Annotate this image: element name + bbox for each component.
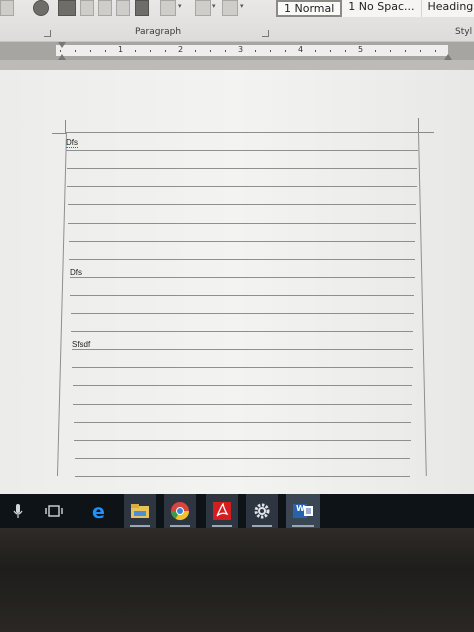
chevron-down-icon[interactable]: ▾	[212, 2, 216, 10]
ruler-tick-mark	[90, 50, 91, 52]
ruler-tick-mark	[435, 50, 436, 52]
borders-icon[interactable]	[222, 0, 238, 16]
ruler-tick-mark	[150, 50, 151, 52]
style-no-spacing[interactable]: 1 No Spac...	[342, 0, 422, 17]
edge-icon[interactable]: e	[84, 494, 114, 528]
ruler-tick-mark	[270, 50, 271, 52]
ruler-tick-mark	[105, 50, 106, 52]
ruled-line	[69, 258, 416, 260]
ruler-tick-mark	[330, 50, 331, 52]
task-view-icon[interactable]	[40, 494, 68, 528]
ruled-line	[71, 349, 413, 351]
ruled-line	[67, 186, 417, 188]
ruler-tick-mark	[75, 50, 76, 52]
style-heading-1[interactable]: Heading 1	[421, 0, 474, 17]
ruled-line	[66, 168, 418, 170]
ruled-line	[67, 204, 417, 206]
horizontal-ruler[interactable]: 1 2 3 4 5	[56, 45, 448, 56]
ruler-number: 4	[298, 45, 304, 54]
ruler-tick-mark	[375, 50, 376, 52]
ruled-line	[70, 313, 414, 315]
table-border-right	[418, 132, 427, 476]
ruler-tick-mark	[255, 50, 256, 52]
table-border-left	[56, 132, 67, 476]
ruled-line	[71, 331, 414, 333]
ruler-number: 2	[178, 45, 184, 54]
style-normal[interactable]: 1 Normal	[276, 0, 343, 17]
microphone-icon[interactable]	[6, 494, 30, 528]
ruled-line	[74, 457, 411, 459]
chrome-icon[interactable]	[164, 494, 196, 528]
show-marks-icon[interactable]	[33, 0, 49, 16]
svg-text:e: e	[92, 501, 105, 521]
justify-icon[interactable]	[116, 0, 130, 16]
align-center-icon[interactable]	[80, 0, 94, 16]
ruled-line	[74, 439, 411, 441]
styles-group-label: Styl	[455, 27, 473, 37]
ruled-line	[73, 403, 412, 405]
monitor-bezel	[0, 528, 474, 632]
ruler-tick-mark	[315, 50, 316, 52]
paragraph-dialog-launcher-icon[interactable]	[262, 30, 269, 37]
ruled-line	[72, 367, 413, 369]
ruled-line	[75, 476, 410, 477]
ruler-number: 1	[118, 45, 124, 54]
page-gap	[0, 60, 474, 70]
align-right-icon[interactable]	[98, 0, 112, 16]
acrobat-icon[interactable]	[206, 494, 238, 528]
ruler-tick-mark	[345, 50, 346, 52]
styles-gallery: 1 Normal 1 No Spac... Heading 1	[276, 0, 474, 17]
ruled-line	[69, 276, 415, 278]
shading-icon[interactable]	[195, 0, 211, 16]
ruler-tick-mark	[165, 50, 166, 52]
ruler-tick-mark	[405, 50, 406, 52]
ruler-bar: 1 2 3 4 5	[0, 42, 474, 60]
ruler-tick-mark	[195, 50, 196, 52]
ruler-tick-mark	[390, 50, 391, 52]
crop-mark	[52, 133, 66, 134]
ruled-line	[66, 150, 418, 152]
ruler-tick-mark	[135, 50, 136, 52]
document-page[interactable]: Dfs Dfs Sfsdf	[0, 70, 474, 494]
ruled-line	[68, 222, 416, 224]
ruled-line	[68, 240, 416, 242]
settings-icon[interactable]	[246, 494, 278, 528]
ruler-tick-mark	[285, 50, 286, 52]
document-text[interactable]: Dfs	[66, 138, 78, 148]
ruler-number: 3	[238, 45, 244, 54]
list-icon[interactable]	[0, 0, 14, 16]
ruled-line	[66, 132, 418, 133]
ruled-line	[70, 294, 415, 296]
crop-mark	[418, 132, 434, 133]
ruler-number: 5	[358, 45, 364, 54]
ribbon: ▾ ▾ ▾ Paragraph 1 Normal 1 No Spac... He…	[0, 0, 474, 42]
ruled-line	[73, 421, 412, 423]
word-icon-label: W	[296, 504, 305, 513]
first-line-indent-marker[interactable]	[58, 42, 66, 48]
font-dialog-launcher-icon[interactable]	[44, 30, 51, 37]
taskbar: e W	[0, 494, 474, 528]
ruler-tick-mark	[60, 50, 61, 52]
columns-icon[interactable]	[135, 0, 149, 16]
ruler-tick-mark	[420, 50, 421, 52]
paragraph-group-label: Paragraph	[135, 27, 182, 37]
word-icon[interactable]: W	[286, 494, 320, 528]
crop-mark	[418, 118, 419, 132]
ruler-tick-mark	[210, 50, 211, 52]
chevron-down-icon[interactable]: ▾	[240, 2, 244, 10]
chevron-down-icon[interactable]: ▾	[178, 2, 182, 10]
align-left-icon[interactable]	[58, 0, 76, 16]
file-explorer-icon[interactable]	[124, 494, 156, 528]
ruler-tick-mark	[225, 50, 226, 52]
ruled-line	[72, 385, 413, 387]
line-spacing-icon[interactable]	[160, 0, 176, 16]
